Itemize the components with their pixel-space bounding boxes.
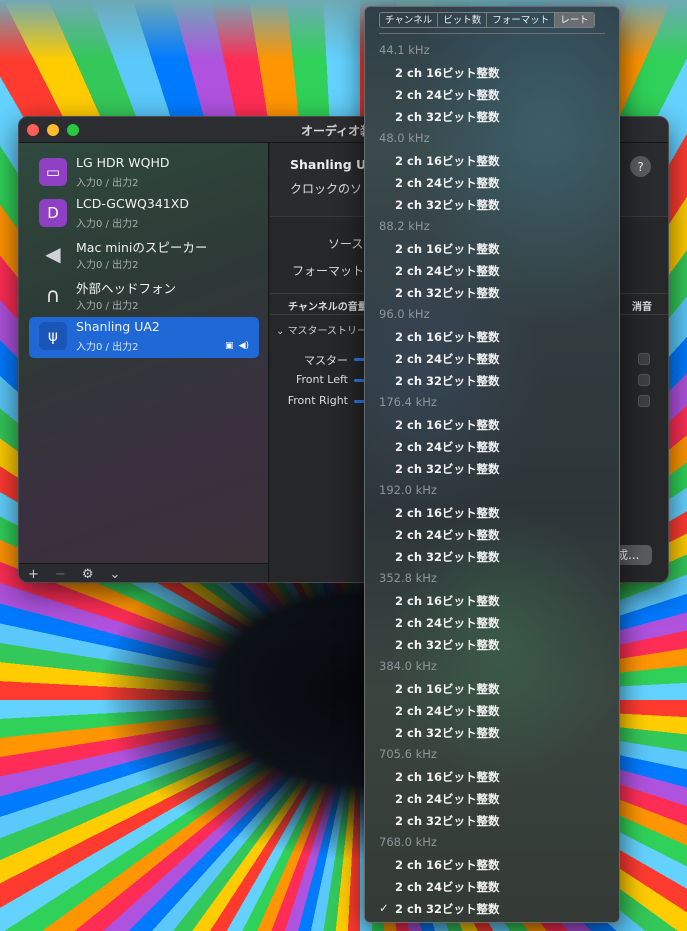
clock-source-label: クロックのソ bbox=[290, 182, 363, 196]
selected-device-title: Shanling UA bbox=[290, 157, 376, 172]
volume-label-master: マスター bbox=[304, 354, 348, 367]
device-name: Mac miniのスピーカー bbox=[76, 240, 208, 255]
rate-group-header: 44.1 kHz bbox=[379, 43, 430, 57]
add-device-button[interactable]: + bbox=[28, 567, 39, 582]
format-menu-item[interactable]: 2 ch 24ビット整数 bbox=[395, 351, 500, 367]
sidebar-device-external-headphones[interactable]: ∩ 外部ヘッドフォン 入力0 / 出力2 bbox=[29, 276, 259, 317]
rate-group-header: 768.0 kHz bbox=[379, 835, 437, 849]
gear-icon[interactable]: ⚙ bbox=[82, 567, 94, 582]
format-menu-item[interactable]: 2 ch 16ビット整数 bbox=[395, 417, 500, 433]
device-io-count: 入力0 / 出力2 bbox=[76, 260, 139, 271]
format-menu-item[interactable]: 2 ch 24ビット整数 bbox=[395, 791, 500, 807]
device-sidebar: ▭ LG HDR WQHD 入力0 / 出力2 D LCD-GCWQ341XD … bbox=[19, 143, 269, 582]
segment-rate[interactable]: レート bbox=[555, 13, 594, 27]
rate-group-header: 352.8 kHz bbox=[379, 571, 437, 585]
device-io-count: 入力0 / 出力2 bbox=[76, 301, 139, 312]
format-menu-item[interactable]: 2 ch 16ビット整数 bbox=[395, 769, 500, 785]
device-name: LG HDR WQHD bbox=[76, 155, 170, 170]
format-menu-item[interactable]: 2 ch 32ビット整数 bbox=[395, 813, 500, 829]
rate-group-header: 96.0 kHz bbox=[379, 307, 430, 321]
format-menu-item[interactable]: 2 ch 16ビット整数 bbox=[395, 857, 500, 873]
format-menu-item[interactable]: 2 ch 32ビット整数 bbox=[395, 901, 500, 917]
rate-group-header: 384.0 kHz bbox=[379, 659, 437, 673]
format-menu-item[interactable]: 2 ch 16ビット整数 bbox=[395, 65, 500, 81]
format-menu-item[interactable]: 2 ch 24ビット整数 bbox=[395, 439, 500, 455]
format-menu-item[interactable]: 2 ch 16ビット整数 bbox=[395, 681, 500, 697]
front-left-mute-checkbox[interactable] bbox=[638, 374, 650, 386]
device-io-count: 入力0 / 出力2 bbox=[76, 178, 139, 189]
mute-header: 消音 bbox=[632, 302, 652, 313]
device-name: LCD-GCWQ341XD bbox=[76, 196, 189, 211]
format-menu-item[interactable]: 2 ch 24ビット整数 bbox=[395, 879, 500, 895]
master-stream-disclosure[interactable]: ⌄ マスターストリー bbox=[276, 322, 367, 337]
format-menu-item[interactable]: 2 ch 32ビット整数 bbox=[395, 549, 500, 565]
format-menu-item[interactable]: 2 ch 32ビット整数 bbox=[395, 637, 500, 653]
device-name: Shanling UA2 bbox=[76, 319, 160, 334]
displayport-icon: D bbox=[39, 199, 67, 227]
format-menu-item[interactable]: 2 ch 32ビット整数 bbox=[395, 461, 500, 477]
format-menu-item[interactable]: 2 ch 24ビット整数 bbox=[395, 263, 500, 279]
format-menu-item[interactable]: 2 ch 24ビット整数 bbox=[395, 175, 500, 191]
segment-bit-depth[interactable]: ビット数 bbox=[438, 13, 488, 27]
rate-group-header: 192.0 kHz bbox=[379, 483, 437, 497]
device-io-count: 入力0 / 出力2 bbox=[76, 342, 139, 353]
device-badges: ▣ ◀) bbox=[225, 341, 249, 351]
menu-sort-segmented-control: チャンネル ビット数 フォーマット レート bbox=[379, 12, 595, 28]
remove-device-button[interactable]: − bbox=[55, 567, 66, 582]
format-menu-item[interactable]: 2 ch 16ビット整数 bbox=[395, 505, 500, 521]
default-output-icon: ▣ bbox=[225, 341, 234, 351]
sidebar-device-lcd-gcwq341xd[interactable]: D LCD-GCWQ341XD 入力0 / 出力2 bbox=[29, 194, 259, 235]
rate-group-header: 48.0 kHz bbox=[379, 131, 430, 145]
volume-label-front-right: Front Right bbox=[287, 394, 348, 407]
close-window-button[interactable] bbox=[27, 124, 39, 136]
format-menu-item[interactable]: 2 ch 24ビット整数 bbox=[395, 527, 500, 543]
rate-group-header: 176.4 kHz bbox=[379, 395, 437, 409]
sidebar-toolbar: + − ⚙ ⌄ bbox=[19, 563, 268, 582]
format-menu-item[interactable]: 2 ch 32ビット整数 bbox=[395, 725, 500, 741]
segment-channel[interactable]: チャンネル bbox=[380, 13, 439, 27]
help-button[interactable]: ? bbox=[630, 156, 651, 177]
channel-volume-header: チャンネルの音量 bbox=[288, 302, 368, 313]
format-menu-item[interactable]: 2 ch 16ビット整数 bbox=[395, 153, 500, 169]
format-menu-item[interactable]: 2 ch 16ビット整数 bbox=[395, 593, 500, 609]
speaker-icon: ◀ bbox=[45, 242, 61, 266]
device-name: 外部ヘッドフォン bbox=[76, 281, 177, 296]
format-menu-item[interactable]: 2 ch 32ビット整数 bbox=[395, 197, 500, 213]
sidebar-device-mac-mini-speaker[interactable]: ◀ Mac miniのスピーカー 入力0 / 出力2 bbox=[29, 235, 259, 276]
format-menu-item[interactable]: 2 ch 32ビット整数 bbox=[395, 285, 500, 301]
source-label: ソース bbox=[328, 237, 364, 251]
format-menu-item[interactable]: 2 ch 24ビット整数 bbox=[395, 87, 500, 103]
menu-separator bbox=[379, 33, 605, 34]
sidebar-device-shanling-ua2[interactable]: ψ Shanling UA2 入力0 / 出力2 ▣ ◀) bbox=[29, 317, 259, 358]
format-menu-item[interactable]: 2 ch 16ビット整数 bbox=[395, 329, 500, 345]
checkmark-icon: ✓ bbox=[379, 901, 389, 915]
usb-icon: ψ bbox=[39, 322, 67, 350]
rate-group-header: 705.6 kHz bbox=[379, 747, 437, 761]
format-popup-menu: チャンネル ビット数 フォーマット レート 44.1 kHz 2 ch 16ビット… bbox=[364, 6, 620, 923]
format-menu-item[interactable]: 2 ch 16ビット整数 bbox=[395, 241, 500, 257]
format-menu-item[interactable]: 2 ch 24ビット整数 bbox=[395, 615, 500, 631]
format-menu-item[interactable]: 2 ch 32ビット整数 bbox=[395, 109, 500, 125]
master-mute-checkbox[interactable] bbox=[638, 353, 650, 365]
format-menu-item[interactable]: 2 ch 24ビット整数 bbox=[395, 703, 500, 719]
device-io-count: 入力0 / 出力2 bbox=[76, 219, 139, 230]
rate-group-header: 88.2 kHz bbox=[379, 219, 430, 233]
format-menu-item[interactable]: 2 ch 32ビット整数 bbox=[395, 373, 500, 389]
minimize-window-button[interactable] bbox=[47, 124, 59, 136]
front-right-mute-checkbox[interactable] bbox=[638, 395, 650, 407]
zoom-window-button[interactable] bbox=[67, 124, 79, 136]
chevron-down-icon[interactable]: ⌄ bbox=[109, 567, 120, 582]
volume-label-front-left: Front Left bbox=[295, 373, 348, 386]
sidebar-device-lg-hdr-wqhd[interactable]: ▭ LG HDR WQHD 入力0 / 出力2 bbox=[29, 153, 259, 194]
segment-format[interactable]: フォーマット bbox=[487, 13, 556, 27]
format-label: フォーマット bbox=[292, 264, 365, 278]
volume-icon: ◀) bbox=[238, 341, 249, 351]
headphones-icon: ∩ bbox=[45, 283, 61, 307]
monitor-icon: ▭ bbox=[39, 158, 67, 186]
